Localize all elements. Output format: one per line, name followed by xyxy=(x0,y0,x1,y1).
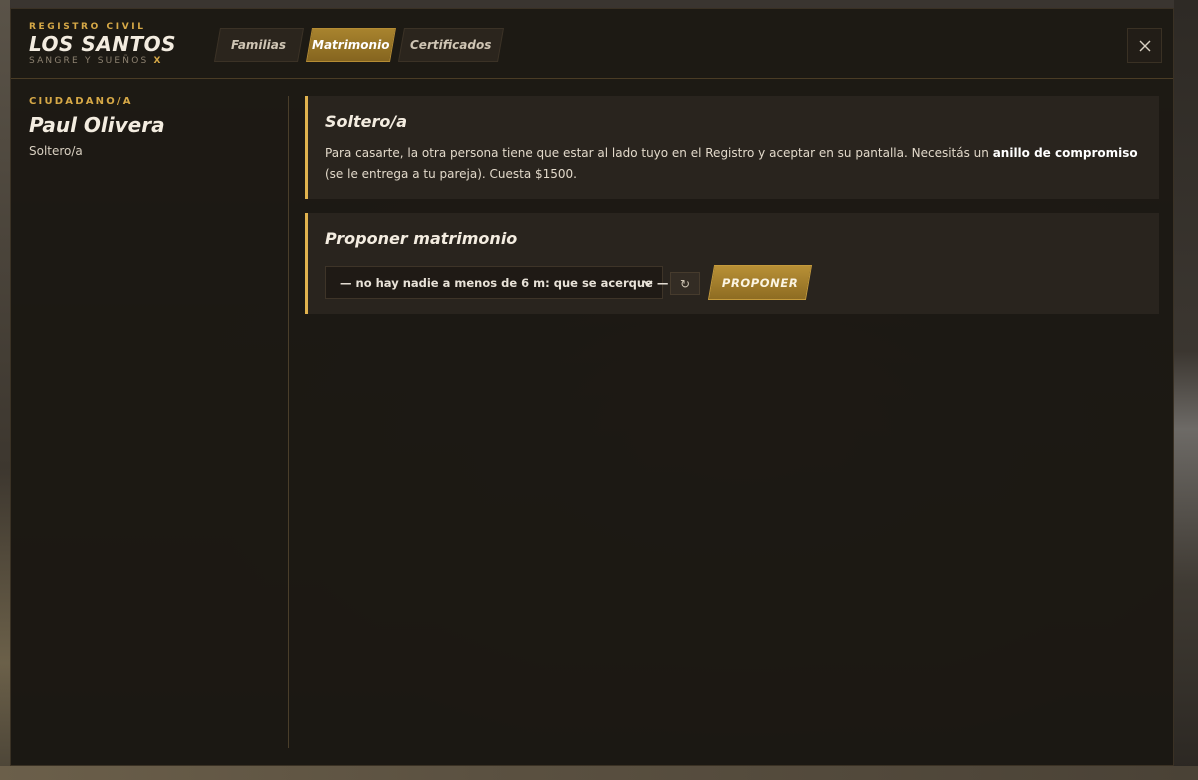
panel-divider xyxy=(288,96,289,748)
tab-label: Matrimonio xyxy=(312,38,390,52)
background-scenery-bottom xyxy=(0,766,1198,780)
status-body-text: Para casarte, la otra persona tiene que … xyxy=(325,146,993,160)
tab-certificados[interactable]: Certificados xyxy=(398,28,504,62)
brand-subtitle: SANGRE Y SUEÑOS X xyxy=(29,55,176,67)
partner-select[interactable]: — no hay nadie a menos de 6 m: que se ac… xyxy=(325,266,668,299)
tab-label: Certificados xyxy=(410,38,492,52)
status-card-body: Para casarte, la otra persona tiene que … xyxy=(325,143,1145,185)
propose-button-label: PROPONER xyxy=(721,275,799,290)
citizen-kicker: CIUDADANO/A xyxy=(29,96,133,107)
brand-subtitle-text: SANGRE Y SUEÑOS xyxy=(29,56,149,66)
propose-button[interactable]: PROPONER xyxy=(707,265,813,300)
close-icon xyxy=(1139,40,1150,51)
tab-familias[interactable]: Familias xyxy=(214,28,304,62)
partner-select-value: — no hay nadie a menos de 6 m: que se ac… xyxy=(340,275,669,290)
brand-title: LOS SANTOS xyxy=(29,32,177,56)
propose-card-title: Proponer matrimonio xyxy=(325,229,518,248)
status-card-title: Soltero/a xyxy=(325,112,408,131)
status-body-bold: anillo de compromiso xyxy=(992,146,1138,160)
brand-logo: REGISTRO CIVIL LOS SANTOS SANGRE Y SUEÑO… xyxy=(29,22,176,67)
citizen-status: Soltero/a xyxy=(29,144,83,158)
close-button[interactable] xyxy=(1127,28,1162,63)
brand-subtitle-accent: X xyxy=(153,56,163,66)
chevron-down-icon xyxy=(643,280,653,287)
tab-label: Familias xyxy=(231,38,287,52)
window-header: REGISTRO CIVIL LOS SANTOS SANGRE Y SUEÑO… xyxy=(11,9,1173,79)
background-scenery-left xyxy=(0,0,10,780)
refresh-icon: ↻ xyxy=(679,276,691,291)
citizen-panel: CIUDADANO/A Paul Olivera Soltero/a xyxy=(29,96,279,158)
marital-status-card: Soltero/a Para casarte, la otra persona … xyxy=(305,96,1159,199)
registry-window: REGISTRO CIVIL LOS SANTOS SANGRE Y SUEÑO… xyxy=(10,8,1174,766)
tab-bar: Familias Matrimonio Certificados xyxy=(214,28,504,62)
refresh-button[interactable]: ↻ xyxy=(670,272,700,295)
background-scenery-right xyxy=(1174,0,1198,780)
citizen-name: Paul Olivera xyxy=(29,113,165,137)
status-body-text-end: (se le entrega a tu pareja). Cuesta $150… xyxy=(325,167,577,181)
tab-matrimonio[interactable]: Matrimonio xyxy=(306,28,396,62)
propose-marriage-card: Proponer matrimonio — no hay nadie a men… xyxy=(305,213,1159,314)
